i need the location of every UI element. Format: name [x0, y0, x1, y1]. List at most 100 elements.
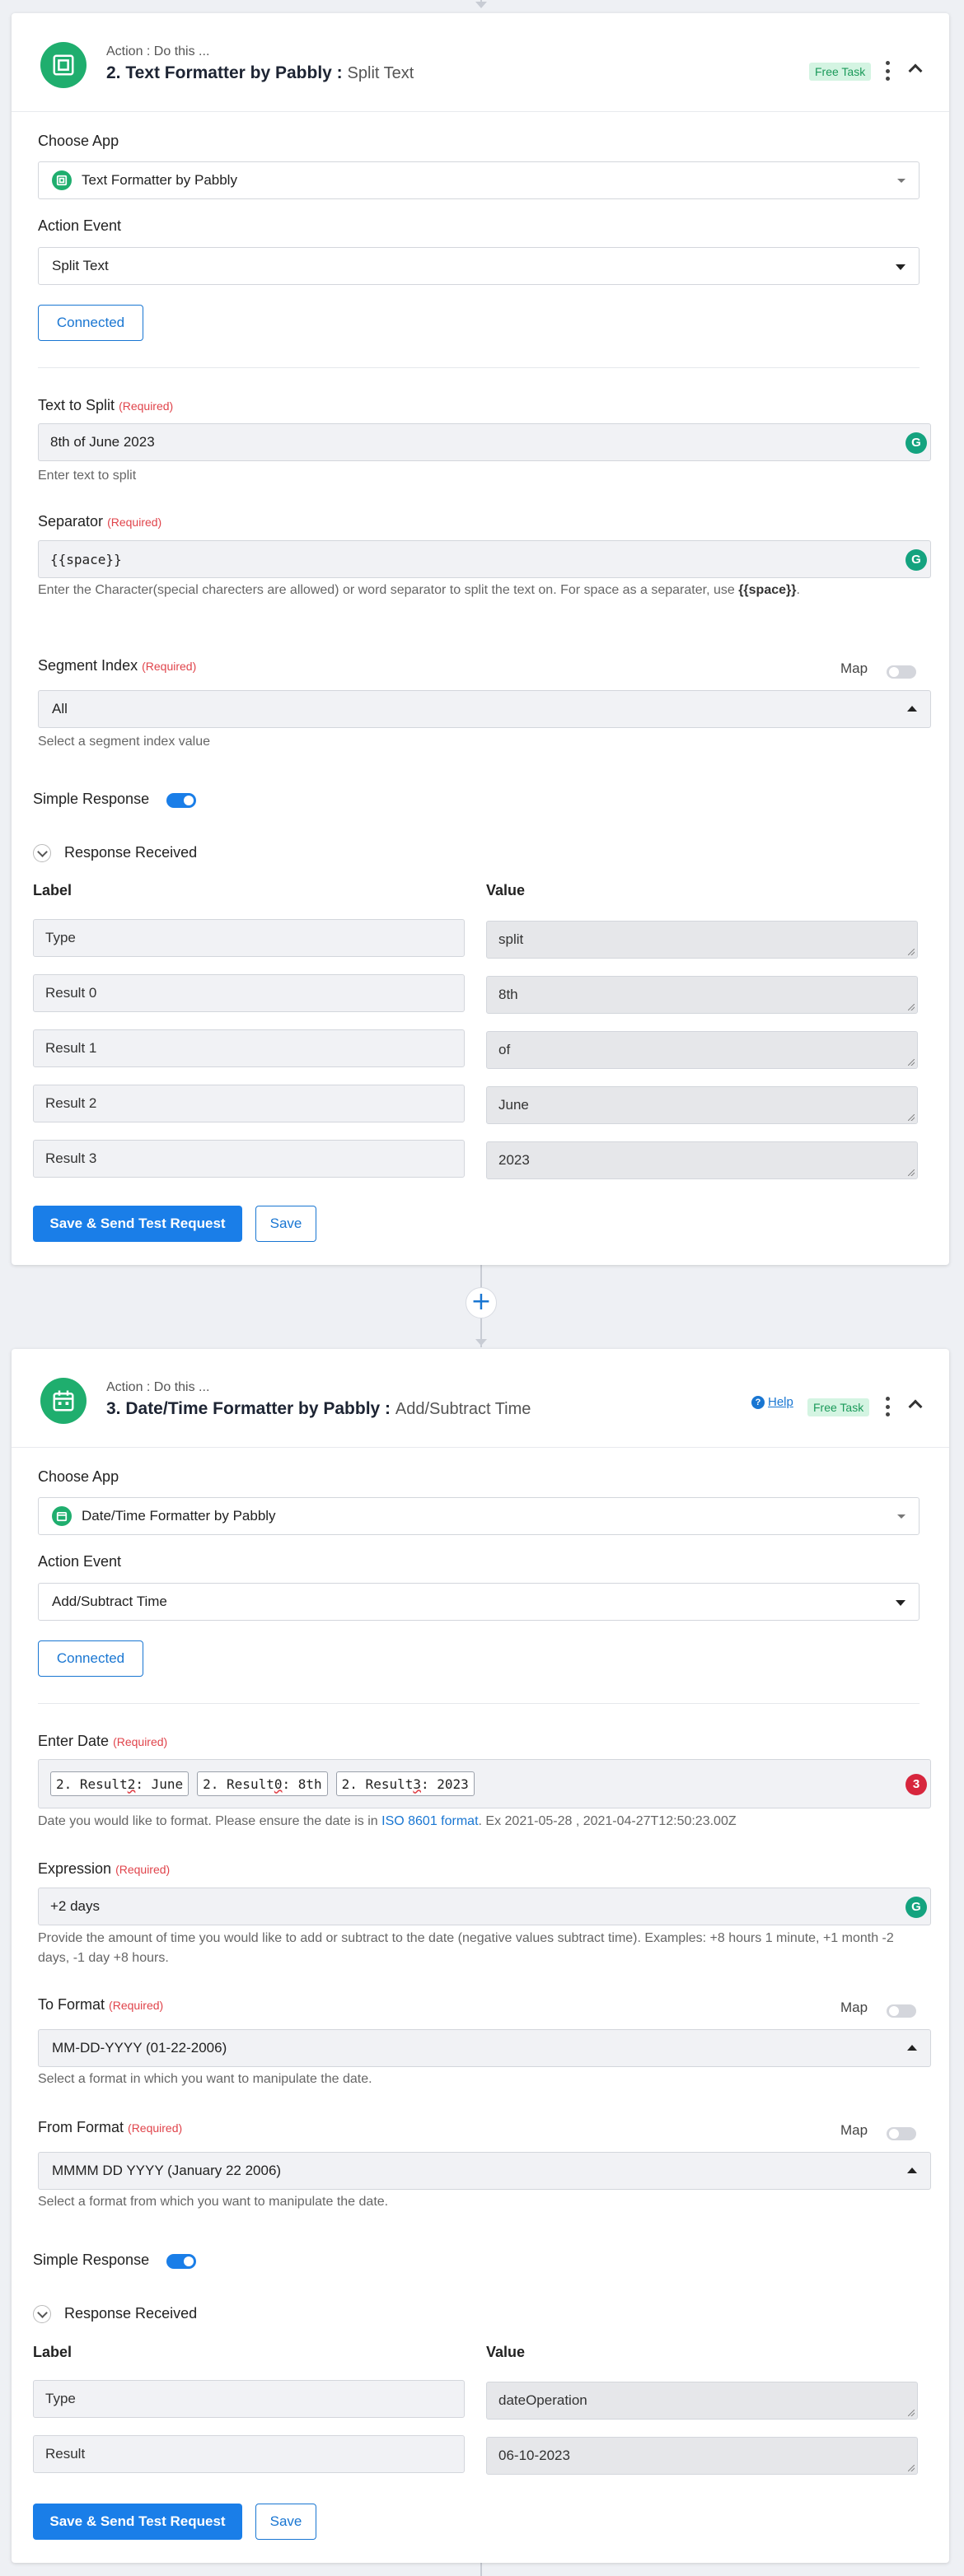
response-value-cell: split	[486, 921, 918, 959]
text-formatter-app-icon	[40, 42, 87, 88]
enter-date-hint-text: Date you would like to format. Please en…	[38, 1814, 378, 1828]
step-title: 3. Date/Time Formatter by Pabbly : Add/S…	[106, 1399, 531, 1419]
choose-app-value: Text Formatter by Pabbly	[82, 172, 237, 188]
response-value-cell: dateOperation	[486, 2382, 918, 2420]
save-button[interactable]: Save	[255, 2504, 316, 2540]
response-label-cell: Result 2	[33, 1085, 465, 1122]
from-format-select[interactable]: MMMM DD YYYY (January 22 2006)	[38, 2152, 931, 2190]
grammarly-icon[interactable]: G	[906, 549, 927, 571]
response-expand-icon[interactable]	[33, 2305, 51, 2323]
save-send-test-button[interactable]: Save & Send Test Request	[33, 2504, 242, 2540]
calendar-mini-icon	[52, 1506, 72, 1526]
text-to-split-input[interactable]: 8th of June 2023 G	[38, 423, 931, 461]
segment-index-value: All	[52, 701, 68, 716]
segment-index-label: Segment Index (Required)	[38, 657, 196, 674]
mapped-field-chip[interactable]: 2. Result 3 : 2023	[335, 1771, 475, 1796]
expression-value: +2 days	[50, 1898, 101, 1914]
to-format-label: To Format (Required)	[38, 1996, 163, 2014]
required-marker: (Required)	[115, 1863, 171, 1876]
help-icon: ?	[751, 1395, 765, 1409]
add-step-button[interactable]: +	[466, 1287, 497, 1318]
separator-hint-end: .	[796, 583, 800, 597]
to-format-hint: Select a format in which you want to man…	[38, 2072, 372, 2086]
choose-app-label: Choose App	[38, 133, 119, 149]
label-column-header: Label	[33, 2344, 73, 2360]
save-send-test-button[interactable]: Save & Send Test Request	[33, 1206, 242, 1242]
enter-date-label: Enter Date (Required)	[38, 1733, 167, 1750]
connector-arrow-mid	[475, 1339, 487, 1346]
connected-button[interactable]: Connected	[38, 305, 143, 341]
map-toggle[interactable]	[887, 665, 916, 679]
grammarly-icon[interactable]: G	[906, 432, 927, 454]
response-label-cell: Type	[33, 919, 465, 957]
chip-prefix: 2. Result	[56, 1776, 128, 1792]
required-marker: (Required)	[107, 516, 162, 529]
simple-response-label: Simple Response	[33, 2252, 150, 2268]
action-event-value: Split Text	[52, 258, 109, 273]
response-label-cell: Result	[33, 2435, 465, 2473]
to-format-value: MM-DD-YYYY (01-22-2006)	[52, 2040, 227, 2056]
expression-input[interactable]: +2 days G	[38, 1888, 931, 1925]
response-label-cell: Type	[33, 2380, 465, 2418]
step-header[interactable]: Action : Do this ... 3. Date/Time Format…	[12, 1349, 949, 1448]
step-subtitle: Action : Do this ...	[106, 44, 210, 58]
action-event-select[interactable]: Split Text	[38, 247, 920, 285]
step-header[interactable]: Action : Do this ... 2. Text Formatter b…	[12, 13, 949, 112]
help-link[interactable]: ? Help	[751, 1395, 793, 1409]
save-button[interactable]: Save	[255, 1206, 316, 1242]
choose-app-select[interactable]: Text Formatter by Pabbly	[38, 161, 920, 199]
separator-input[interactable]: {{space}} G	[38, 540, 931, 578]
chip-number: 2	[127, 1776, 136, 1792]
map-toggle[interactable]	[887, 2004, 916, 2018]
caret-up-icon	[907, 706, 917, 712]
more-options-icon[interactable]	[885, 61, 890, 81]
enter-date-label-text: Enter Date	[38, 1733, 110, 1749]
text-to-split-label-text: Text to Split	[38, 397, 115, 413]
calendar-app-icon	[40, 1378, 87, 1424]
mapped-field-chip[interactable]: 2. Result 2 : June	[50, 1771, 190, 1796]
enter-date-input[interactable]: 2. Result 2 : June 2. Result 0 : 8th 2. …	[38, 1759, 931, 1808]
simple-response-toggle[interactable]	[166, 2254, 196, 2269]
response-value-cell: of	[486, 1031, 918, 1069]
iso-format-link[interactable]: ISO 8601 format	[381, 1814, 478, 1828]
separator-hint: Enter the Character(special charecters a…	[38, 581, 928, 600]
step-event-name: Add/Subtract Time	[395, 1400, 531, 1418]
section-divider	[38, 367, 920, 368]
map-label: Map	[840, 660, 868, 676]
collapse-chevron-icon[interactable]	[908, 63, 923, 78]
connector-arrow-top	[475, 2, 487, 8]
choose-app-select[interactable]: Date/Time Formatter by Pabbly	[38, 1497, 920, 1535]
step-card-datetime-formatter: Action : Do this ... 3. Date/Time Format…	[12, 1349, 949, 2563]
connector-line-bottom	[480, 2563, 482, 2576]
response-expand-icon[interactable]	[33, 844, 51, 862]
step-card-text-formatter: Action : Do this ... 2. Text Formatter b…	[12, 13, 949, 1265]
chip-number: 3	[413, 1776, 421, 1792]
map-label: Map	[840, 2122, 868, 2138]
simple-response-toggle[interactable]	[166, 793, 196, 808]
step-title: 2. Text Formatter by Pabbly : Split Text	[106, 63, 414, 83]
from-format-hint: Select a format from which you want to m…	[38, 2195, 389, 2209]
separator-hint-text: Enter the Character(special charecters a…	[38, 583, 735, 597]
text-to-split-label: Text to Split (Required)	[38, 397, 173, 414]
action-event-select[interactable]: Add/Subtract Time	[38, 1583, 920, 1621]
step-title-text: 2. Text Formatter by Pabbly :	[106, 63, 343, 82]
mapped-field-chip[interactable]: 2. Result 0 : 8th	[197, 1771, 328, 1796]
required-marker: (Required)	[119, 399, 174, 413]
connected-button[interactable]: Connected	[38, 1640, 143, 1677]
to-format-select[interactable]: MM-DD-YYYY (01-22-2006)	[38, 2029, 931, 2067]
response-received-label[interactable]: Response Received	[64, 2305, 197, 2322]
step-event-name: Split Text	[347, 64, 414, 82]
grammarly-issues-badge[interactable]: 3	[906, 1774, 927, 1795]
grammarly-icon[interactable]: G	[906, 1897, 927, 1918]
separator-label: Separator (Required)	[38, 513, 161, 530]
collapse-chevron-icon[interactable]	[908, 1399, 923, 1414]
more-options-icon[interactable]	[885, 1397, 890, 1416]
response-received-label[interactable]: Response Received	[64, 844, 197, 861]
value-column-header: Value	[486, 882, 526, 898]
simple-response-label: Simple Response	[33, 791, 150, 807]
segment-index-select[interactable]: All	[38, 690, 931, 728]
separator-hint-token: {{space}}	[738, 583, 797, 597]
choose-app-value: Date/Time Formatter by Pabbly	[82, 1508, 276, 1524]
free-task-badge: Free Task	[807, 1398, 870, 1416]
map-toggle[interactable]	[887, 2127, 916, 2140]
